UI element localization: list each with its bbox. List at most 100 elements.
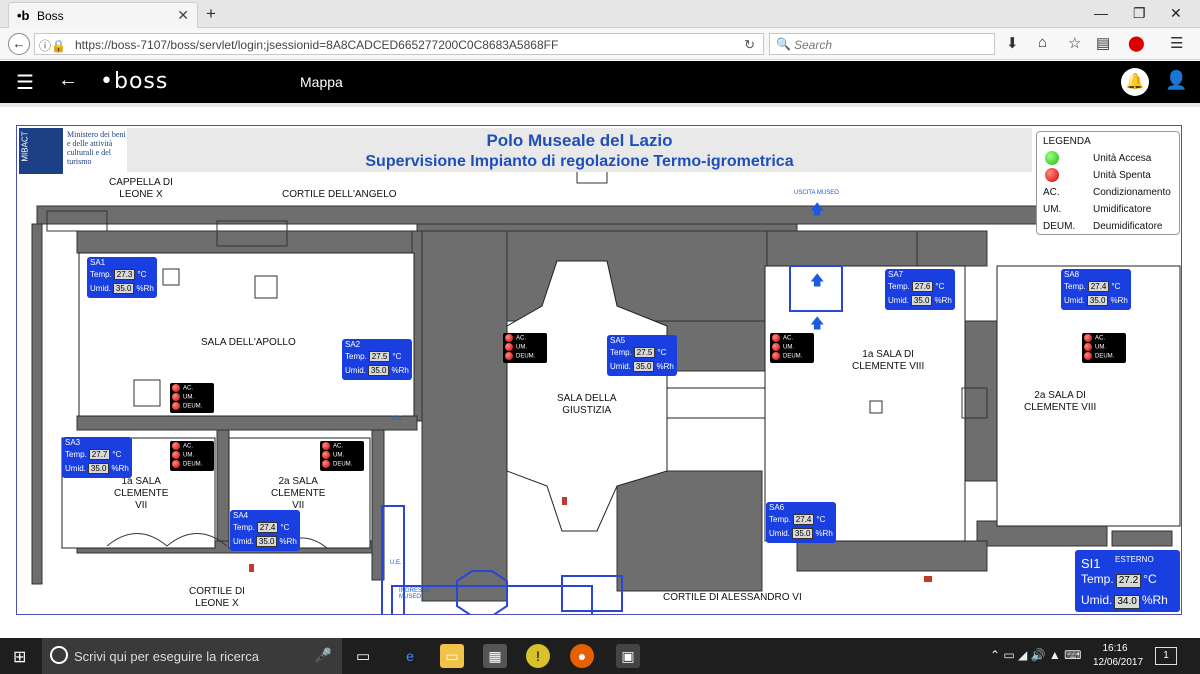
sensor-sa3[interactable]: SA3 Temp. 27.7 °C Umid. 35.0 %Rh — [62, 437, 132, 478]
unit-status-panel[interactable]: AC. UM. DEUM. — [170, 441, 214, 471]
wall — [961, 320, 998, 482]
floor-plan — [31, 170, 1181, 614]
browser-tab[interactable]: •b Boss ✕ — [8, 2, 198, 28]
exit-arrow-icon: 🡅 — [810, 201, 825, 217]
restore-icon[interactable]: ❐ — [1133, 5, 1146, 22]
home-icon[interactable]: ⌂ — [1038, 34, 1047, 51]
external-sensor-si1[interactable]: SI1 ESTERNO Temp. 27.2 °C Umid. 34.0 %Rh — [1075, 550, 1180, 612]
task-view-icon[interactable]: ▭ — [356, 647, 370, 665]
firefox-icon[interactable]: ● — [570, 644, 594, 668]
temperature-value: 27.3 — [113, 269, 136, 280]
taskbar-search[interactable]: Scrivi qui per eseguire la ricerca 🎤 — [42, 638, 342, 674]
new-tab-button[interactable]: + — [206, 4, 216, 24]
wall — [216, 429, 230, 549]
room-label-1a-clemente-vii: 1a SALA CLEMENTE VII — [114, 476, 169, 511]
wall — [76, 230, 418, 254]
user-icon[interactable]: 👤 — [1165, 70, 1187, 91]
red-dot-icon — [772, 343, 780, 351]
red-dot-icon — [1084, 343, 1092, 351]
red-dot-icon — [322, 442, 330, 450]
reader-list-icon[interactable]: ▤ — [1096, 34, 1110, 52]
sensor-sa4[interactable]: SA4 Temp. 27.4 °C Umid. 35.0 %Rh — [230, 510, 300, 551]
map-title-banner: Polo Museale del Lazio Supervisione Impi… — [127, 128, 1032, 172]
wall — [766, 230, 918, 267]
system-clock[interactable]: 16:16 12/06/2017 — [1093, 642, 1143, 670]
microphone-icon[interactable]: 🎤 — [315, 647, 332, 664]
mibact-emblem-icon: MIBACT — [19, 128, 63, 174]
site-info-icon[interactable]: ⓘ🔒 — [39, 37, 66, 54]
red-dot-icon — [772, 352, 780, 360]
red-dot-icon — [1084, 352, 1092, 360]
humidity-value: 35.0 — [910, 295, 933, 306]
humidity-value: 34.0 — [1114, 595, 1140, 609]
wall — [421, 230, 508, 602]
red-dot-icon — [172, 402, 180, 410]
notification-center-icon[interactable]: 1 — [1155, 647, 1177, 665]
room-label-cortile-leone: CORTILE DI LEONE X — [189, 586, 245, 609]
page-title: Mappa — [300, 74, 343, 90]
back-arrow-icon[interactable]: ← — [58, 69, 78, 92]
exit-arrow-icon: 🡅 — [810, 272, 825, 288]
red-dot-icon — [1045, 168, 1059, 182]
unit-status-panel[interactable]: AC. UM. DEUM. — [503, 333, 547, 363]
system-tray-icons[interactable]: ⌃ ▭ ◢ 🔊 ▲ ⌨ — [990, 648, 1081, 662]
menu-icon[interactable]: ☰ — [1170, 34, 1183, 52]
red-dot-icon — [772, 334, 780, 342]
room-label-sala-apollo: SALA DELL'APOLLO — [201, 337, 296, 348]
humidity-value: 35.0 — [367, 365, 390, 376]
hamburger-menu-icon[interactable]: ☰ — [16, 70, 34, 95]
windows-start-icon[interactable]: ⊞ — [13, 647, 26, 667]
temperature-value: 27.7 — [88, 449, 111, 460]
humidity-value: 35.0 — [87, 463, 110, 474]
red-dot-icon — [172, 442, 180, 450]
humidity-value: 35.0 — [112, 283, 135, 294]
room-label-1a-clemente-viii: 1a SALA DI CLEMENTE VIII — [852, 349, 925, 372]
header-divider — [0, 103, 1200, 107]
adblock-icon[interactable]: ⬤ — [1128, 34, 1145, 52]
legend-title: LEGENDA — [1043, 136, 1091, 147]
humidity-value: 35.0 — [791, 528, 814, 539]
app-window-icon[interactable]: ▣ — [616, 644, 640, 668]
unit-status-panel[interactable]: AC. UM. DEUM. — [1082, 333, 1126, 363]
app-icon[interactable]: ! — [526, 644, 550, 668]
file-explorer-icon[interactable]: ▭ — [440, 644, 464, 668]
bookmark-star-icon[interactable]: ☆ — [1068, 34, 1081, 52]
sensor-sa7[interactable]: SA7 Temp. 27.6 °C Umid. 35.0 %Rh — [885, 269, 955, 310]
unit-status-panel[interactable]: AC. UM. DEUM. — [770, 333, 814, 363]
temperature-value: 27.5 — [633, 347, 656, 358]
sensor-sa2[interactable]: SA2 Temp. 27.5 °C Umid. 35.0 %Rh — [342, 339, 412, 380]
browser-search-box[interactable]: 🔍 Search — [769, 33, 995, 55]
sensor-sa1[interactable]: SA1 Temp. 27.3 °C Umid. 35.0 %Rh — [87, 257, 157, 298]
sensor-sa6[interactable]: SA6 Temp. 27.4 °C Umid. 35.0 %Rh — [766, 502, 836, 543]
search-placeholder: Search — [794, 38, 833, 52]
temperature-value: 27.2 — [1115, 574, 1142, 588]
red-dot-icon — [322, 460, 330, 468]
map-title: Polo Museale del Lazio — [486, 131, 673, 150]
boss-logo: •boss — [100, 69, 169, 94]
edge-icon[interactable]: e — [398, 644, 422, 668]
room-label-sala-giustizia: SALA DELLA GIUSTIZIA — [557, 393, 617, 416]
red-dot-icon — [172, 384, 180, 392]
browser-back-button[interactable]: ← — [8, 33, 30, 55]
legend-item: AC. Condizionamento — [1043, 187, 1171, 198]
room-label-cortile-angelo: CORTILE DELL'ANGELO — [282, 189, 397, 200]
sensor-sa8[interactable]: SA8 Temp. 27.4 °C Umid. 35.0 %Rh — [1061, 269, 1131, 310]
humidity-value: 35.0 — [632, 361, 655, 372]
close-tab-icon[interactable]: ✕ — [177, 7, 189, 24]
temperature-value: 27.5 — [368, 351, 391, 362]
reload-icon[interactable]: ↻ — [744, 37, 755, 53]
legend-item: Unità Accesa — [1043, 151, 1177, 167]
unit-status-panel[interactable]: AC. UM. DEUM. — [320, 441, 364, 471]
address-bar[interactable]: ⓘ🔒 https://boss-7107/boss/servlet/login;… — [34, 33, 764, 55]
close-window-icon[interactable]: ✕ — [1170, 5, 1182, 22]
download-icon[interactable]: ⬇ — [1006, 34, 1019, 52]
calculator-icon[interactable]: ▦ — [483, 644, 507, 668]
minimize-icon[interactable]: — — [1094, 5, 1108, 21]
temperature-value: 27.4 — [792, 514, 815, 525]
humidity-value: 35.0 — [255, 536, 278, 547]
sensor-sa5[interactable]: SA5 Temp. 27.5 °C Umid. 35.0 %Rh — [607, 335, 677, 376]
red-dot-icon — [172, 393, 180, 401]
mibact-logo: MIBACT Ministero dei beni e delle attivi… — [19, 128, 127, 174]
unit-status-panel[interactable]: AC. UM. DEUM. — [170, 383, 214, 413]
notification-bell-icon[interactable]: 🔔 — [1121, 68, 1149, 96]
